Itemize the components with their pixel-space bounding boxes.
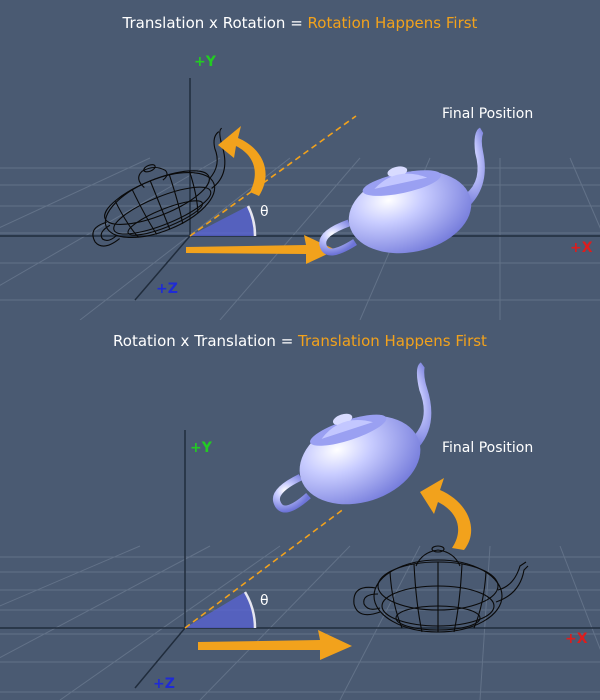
y-axis-label: +Y — [190, 440, 212, 456]
panel-translation-first: Rotation x Translation = Translation Hap… — [0, 320, 600, 700]
scene-bottom — [0, 362, 600, 700]
panel-rotation-first: Translation x Rotation = Rotation Happen… — [0, 0, 600, 320]
rotation-dashed-line — [189, 115, 357, 237]
ground-grid — [0, 545, 600, 700]
x-axis-label: +X — [570, 240, 593, 256]
y-axis-label: +Y — [194, 54, 216, 70]
wireframe-teapot — [353, 545, 529, 633]
scene-top — [0, 78, 600, 320]
panel-title: Rotation x Translation = Translation Hap… — [0, 332, 600, 350]
theta-label: θ — [260, 204, 269, 220]
z-axis-label: +Z — [153, 676, 175, 692]
solid-teapot — [319, 127, 485, 256]
solid-teapot — [272, 362, 432, 513]
panel-title: Translation x Rotation = Rotation Happen… — [0, 14, 600, 32]
figure: Translation x Rotation = Rotation Happen… — [0, 0, 600, 700]
title-highlight: Rotation Happens First — [307, 14, 478, 32]
final-position-label: Final Position — [442, 440, 534, 456]
title-prefix: Rotation x Translation = — [113, 332, 299, 350]
title-highlight: Translation Happens First — [298, 332, 487, 350]
theta-label: θ — [260, 593, 269, 609]
rotation-arrow — [420, 478, 472, 550]
translation-arrow — [186, 235, 336, 264]
ground-grid — [0, 157, 600, 320]
title-prefix: Translation x Rotation = — [122, 14, 308, 32]
x-axis-label: +X — [565, 631, 588, 647]
z-axis-label: +Z — [156, 281, 178, 297]
final-position-label: Final Position — [442, 106, 534, 122]
